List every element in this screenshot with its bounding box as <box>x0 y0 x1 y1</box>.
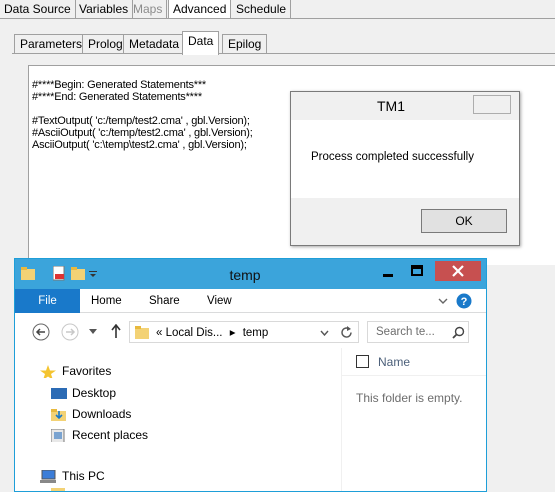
minimize-icon <box>383 274 393 277</box>
message-dialog: TM1 ✕ Process completed successfully OK <box>290 91 520 246</box>
minimize-button[interactable] <box>375 261 401 281</box>
tab-metadata[interactable]: Metadata <box>123 34 186 54</box>
breadcrumb-separator-icon[interactable]: ▸ <box>230 327 236 339</box>
breadcrumb-overflow[interactable]: « <box>156 327 162 339</box>
folder-icon <box>51 488 65 491</box>
close-button[interactable] <box>435 261 481 281</box>
breadcrumb: « Local Dis... ▸ temp <box>156 325 268 339</box>
navigation-pane: Favorites Desktop Downloads Recent place… <box>15 348 341 491</box>
nav-this-pc-label: This PC <box>62 469 105 483</box>
tab-divider <box>0 18 555 19</box>
tab-file[interactable]: File <box>15 289 80 313</box>
address-dropdown-icon[interactable] <box>320 330 329 336</box>
breadcrumb-local-disk[interactable]: Local Dis... <box>166 327 223 339</box>
nav-desktop-label: Desktop <box>72 386 117 400</box>
tab-maps[interactable]: Maps <box>129 0 168 19</box>
maximize-icon <box>411 265 423 276</box>
code-line: #****End: Generated Statements**** <box>32 91 202 103</box>
dialog-footer: OK <box>291 198 519 245</box>
dialog-message: Process completed successfully <box>311 151 474 163</box>
help-icon[interactable]: ? <box>456 293 472 309</box>
address-toolbar: « Local Dis... ▸ temp Search te... <box>15 314 486 348</box>
tab-data[interactable]: Data <box>182 31 220 55</box>
tab-epilog[interactable]: Epilog <box>222 34 268 54</box>
close-icon: ✕ <box>474 102 555 119</box>
star-icon <box>40 365 56 378</box>
maximize-button[interactable] <box>404 261 430 281</box>
refresh-icon[interactable] <box>340 326 353 339</box>
tab-home[interactable]: Home <box>91 289 122 313</box>
dialog-title: TM1 <box>377 98 405 114</box>
nav-downloads-label: Downloads <box>72 407 132 421</box>
top-tab-strip: Data Source Variables Maps Advanced Sche… <box>0 0 555 19</box>
expand-ribbon-icon[interactable] <box>438 298 448 305</box>
search-box[interactable]: Search te... <box>367 321 469 343</box>
code-line: #AsciiOutput( 'c:/temp/test2.cma' , gbl.… <box>32 127 253 139</box>
downloads-icon <box>51 409 66 421</box>
explorer-window: temp File Home Share View ? « Local Dis.… <box>14 258 487 492</box>
close-icon <box>452 265 464 277</box>
breadcrumb-temp[interactable]: temp <box>243 327 269 339</box>
forward-icon[interactable] <box>61 323 79 341</box>
back-icon[interactable] <box>32 323 50 341</box>
tab-variables[interactable]: Variables <box>75 0 134 19</box>
nav-recent-places-label: Recent places <box>72 428 149 442</box>
svg-text:?: ? <box>461 296 468 308</box>
address-bar[interactable]: « Local Dis... ▸ temp <box>129 321 359 343</box>
tab-advanced[interactable]: Advanced <box>168 0 232 19</box>
desktop-icon <box>51 388 67 399</box>
tab-parameters[interactable]: Parameters <box>14 34 89 54</box>
up-arrow-icon[interactable] <box>111 324 121 338</box>
sub-tab-divider <box>12 53 555 54</box>
select-all-checkbox[interactable] <box>356 355 369 368</box>
folder-icon <box>135 326 149 339</box>
recent-places-icon <box>51 429 65 442</box>
search-placeholder: Search te... <box>376 326 435 338</box>
search-icon[interactable] <box>452 326 465 339</box>
code-line: #****Begin: Generated Statements*** <box>32 79 207 91</box>
recent-locations-icon[interactable] <box>89 329 97 334</box>
column-header-name[interactable]: Name <box>378 355 410 369</box>
empty-folder-message: This folder is empty. <box>356 391 463 405</box>
computer-icon <box>40 470 56 483</box>
code-line: AsciiOutput( 'c:\temp\test2.cma' , gbl.V… <box>32 139 247 151</box>
code-line: #TextOutput( 'c:/temp/test2.cma' , gbl.V… <box>32 115 250 127</box>
ok-button[interactable]: OK <box>421 209 507 233</box>
tab-view[interactable]: View <box>207 289 232 313</box>
tab-data-source[interactable]: Data Source <box>0 0 76 19</box>
nav-favorites-label: Favorites <box>62 364 112 378</box>
column-header-row: Name <box>342 348 486 376</box>
explorer-title-bar[interactable]: temp <box>15 259 486 289</box>
sub-tab-strip: Parameters Prolog Metadata Data Epilog <box>0 30 555 55</box>
tab-prolog[interactable]: Prolog <box>82 34 129 54</box>
tab-schedule[interactable]: Schedule <box>232 0 292 19</box>
file-list-pane[interactable]: Name This folder is empty. <box>341 348 486 491</box>
dialog-close-button[interactable]: ✕ <box>473 95 511 114</box>
tab-share[interactable]: Share <box>149 289 180 313</box>
dialog-title-bar: TM1 ✕ <box>291 92 519 120</box>
ribbon-tabs: File Home Share View ? <box>15 289 486 313</box>
